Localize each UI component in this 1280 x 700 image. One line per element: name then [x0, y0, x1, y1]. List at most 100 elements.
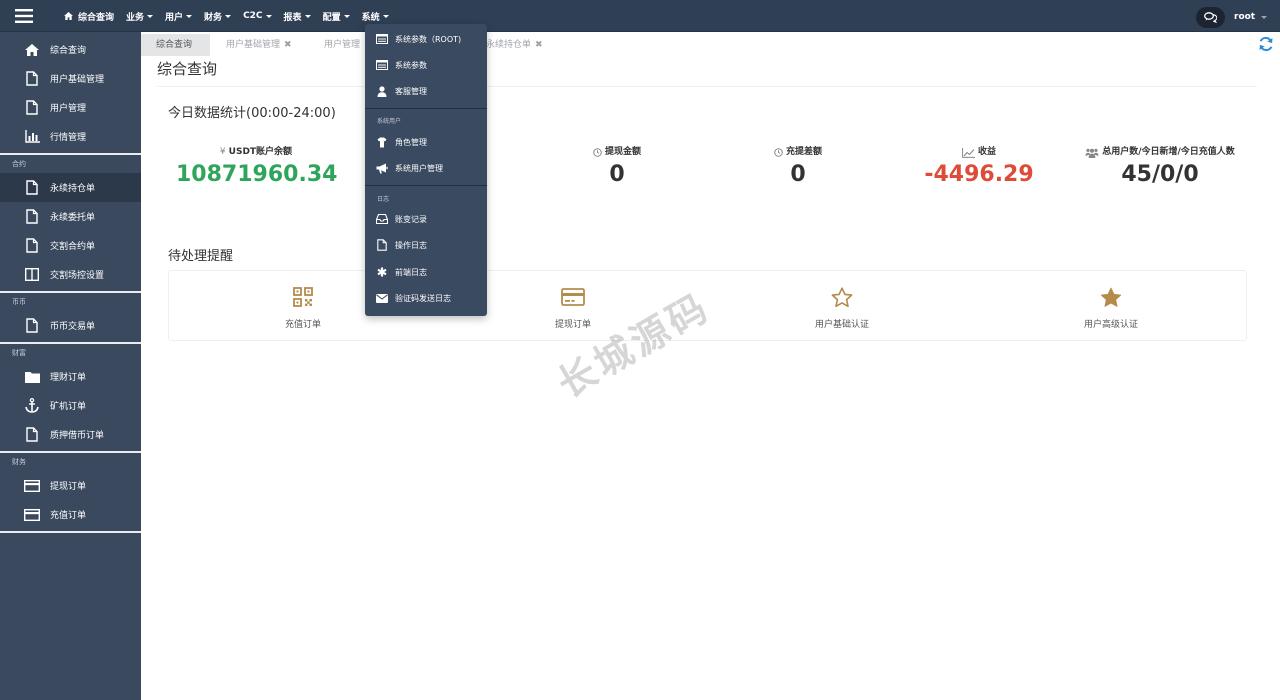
system-dropdown-menu: 系统参数（ROOT) 系统参数 客服管理 系统用户 角色管理 系统用户管理 日志… [365, 24, 487, 316]
pending-deposit-orders[interactable]: 充值订单 [233, 285, 373, 330]
tab-label: 永续持仓单 [486, 40, 532, 50]
close-tab-icon[interactable]: ✖ [284, 40, 292, 50]
sidebar-item-perpetual-positions[interactable]: 永续持仓单 [0, 173, 141, 202]
sidebar-item-label: 永续委托单 [50, 213, 96, 223]
sidebar-item-delivery-control[interactable]: 交割场控设置 [0, 260, 141, 289]
chat-button[interactable] [1196, 7, 1225, 28]
sidebar-item-label: 质押借币订单 [50, 431, 105, 441]
stat-withdraw-amount: 提现金额 0 [547, 146, 687, 187]
menu-item-role-manage[interactable]: 角色管理 [365, 132, 487, 152]
sidebar-item-label: 充值订单 [50, 511, 87, 521]
menu-item-system-user-manage[interactable]: 系统用户管理 [365, 158, 487, 178]
tab-label: 综合查询 [156, 40, 193, 50]
menu-item-operation-log[interactable]: 操作日志 [365, 235, 487, 255]
sidebar-group-contract: 合约 永续持仓单 永续委托单 交割合约单 交割场控设置 [0, 155, 141, 293]
menu-item-sms-code-log[interactable]: 验证码发送日志 [365, 288, 487, 308]
file-icon [24, 238, 40, 254]
tab-bar: 综合查询 用户基础管理 ✖ 用户管理 永续持仓单 ✖ [141, 32, 1280, 56]
star-outline-icon [830, 285, 854, 309]
stat-label-text: 收益 [977, 147, 996, 157]
tab-user-basic[interactable]: 用户基础管理 ✖ [211, 34, 307, 56]
nav-item-c2c[interactable]: C2C [243, 11, 272, 21]
nav-item-label: 用户 [165, 12, 184, 23]
user-menu[interactable]: root [1234, 12, 1268, 22]
stat-label-text: 提现金额 [604, 147, 641, 157]
sidebar-item-user-basic[interactable]: 用户基础管理 [0, 64, 141, 93]
stats-title: 今日数据统计(00:00-24:00) [168, 106, 336, 121]
stat-users: 总用户数/今日新增/今日充值人数 45/0/0 [1080, 146, 1240, 187]
envelope-icon [376, 292, 388, 304]
pending-advanced-verification[interactable]: 用户高级认证 [1041, 285, 1181, 330]
sidebar-item-label: 矿机订单 [50, 402, 87, 412]
pending-label: 充值订单 [284, 320, 321, 330]
sidebar-item-delivery-contracts[interactable]: 交割合约单 [0, 231, 141, 260]
refresh-icon[interactable] [1258, 36, 1274, 52]
pending-title: 待处理提醒 [168, 249, 234, 264]
sidebar-item-label: 综合查询 [50, 46, 87, 56]
nav-item-report[interactable]: 报表 [284, 10, 311, 23]
sidebar-group: 综合查询 用户基础管理 用户管理 行情管理 [0, 32, 141, 155]
sidebar-item-user-manage[interactable]: 用户管理 [0, 93, 141, 122]
menu-item-system-params[interactable]: 系统参数 [365, 55, 487, 75]
nav-item-overview[interactable]: 综合查询 [64, 10, 114, 23]
menu-divider [365, 108, 487, 109]
caret-down-icon [382, 14, 389, 18]
stat-label: 总用户数/今日新增/今日充值人数 [1080, 146, 1240, 159]
stat-usdt-balance: ¥ USDT账户余额 10871960.34 [176, 146, 337, 187]
pending-withdraw-orders[interactable]: 提现订单 [503, 285, 643, 330]
file-icon [24, 427, 40, 443]
caret-down-icon [343, 14, 350, 18]
sidebar-group-title: 财务 [12, 458, 26, 466]
top-nav: 综合查询 业务 用户 财务 C2C 报表 配置 系统 [64, 0, 401, 32]
credit-card-icon [24, 478, 40, 494]
shirt-icon [376, 136, 388, 148]
nav-item-user[interactable]: 用户 [165, 10, 193, 23]
stat-value: 45/0/0 [1121, 162, 1199, 187]
sidebar-item-label: 用户基础管理 [50, 75, 105, 85]
pending-basic-verification[interactable]: 用户基础认证 [772, 285, 912, 330]
nav-item-label: 报表 [283, 12, 302, 23]
menu-item-customer-service[interactable]: 客服管理 [365, 81, 487, 101]
sidebar-item-label: 行情管理 [50, 133, 87, 143]
nav-item-config[interactable]: 配置 [323, 10, 350, 23]
stat-label: ¥ USDT账户余额 [176, 146, 336, 159]
sidebar-item-miner-orders[interactable]: 矿机订单 [0, 391, 141, 420]
nav-item-finance[interactable]: 财务 [204, 10, 232, 23]
sidebar-item-overview[interactable]: 综合查询 [0, 35, 141, 64]
asterisk-icon [376, 266, 388, 278]
stat-value: -4496.29 [924, 162, 1034, 187]
home-icon [64, 12, 73, 20]
menu-toggle-icon[interactable] [14, 6, 34, 26]
stat-label: 充提差额 [728, 146, 868, 159]
page-title: 综合查询 [157, 60, 218, 78]
credit-card-icon [24, 507, 40, 523]
sidebar-item-pledge-orders[interactable]: 质押借币订单 [0, 420, 141, 449]
nav-item-system[interactable]: 系统 [362, 10, 389, 23]
file-icon [24, 100, 40, 116]
sidebar-item-finance-orders[interactable]: 理财订单 [0, 362, 141, 391]
menu-divider [365, 185, 487, 186]
menu-item-account-change-log[interactable]: 账变记录 [365, 209, 487, 229]
nav-item-label: 业务 [126, 12, 145, 23]
menu-item-system-params-root[interactable]: 系统参数（ROOT) [365, 29, 487, 49]
close-tab-icon[interactable]: ✖ [535, 40, 543, 50]
tab-overview[interactable]: 综合查询 [141, 34, 210, 56]
home-icon [24, 42, 40, 58]
stat-deposit-withdraw-diff: 充提差额 0 [728, 146, 868, 187]
menu-header: 日志 [377, 196, 390, 203]
sidebar-item-withdraw-orders[interactable]: 提现订单 [0, 471, 141, 500]
sidebar-item-deposit-orders[interactable]: 充值订单 [0, 500, 141, 529]
caret-down-icon [147, 14, 154, 18]
nav-item-label: 配置 [322, 12, 341, 23]
nav-item-business[interactable]: 业务 [126, 10, 154, 23]
nav-item-label: 系统 [361, 12, 380, 23]
sidebar-item-spot-orders[interactable]: 币币交易单 [0, 311, 141, 340]
sidebar-group-finance: 财务 提现订单 充值订单 [0, 453, 141, 533]
sidebar-item-perpetual-orders[interactable]: 永续委托单 [0, 202, 141, 231]
menu-item-frontend-log[interactable]: 前端日志 [365, 262, 487, 282]
sidebar-item-label: 用户管理 [50, 104, 87, 114]
sidebar-item-market[interactable]: 行情管理 [0, 122, 141, 151]
stat-label-text: USDT账户余额 [228, 147, 293, 157]
inbox-icon [376, 213, 388, 225]
sidebar-group-wealth: 财富 理财订单 矿机订单 质押借币订单 [0, 344, 141, 453]
